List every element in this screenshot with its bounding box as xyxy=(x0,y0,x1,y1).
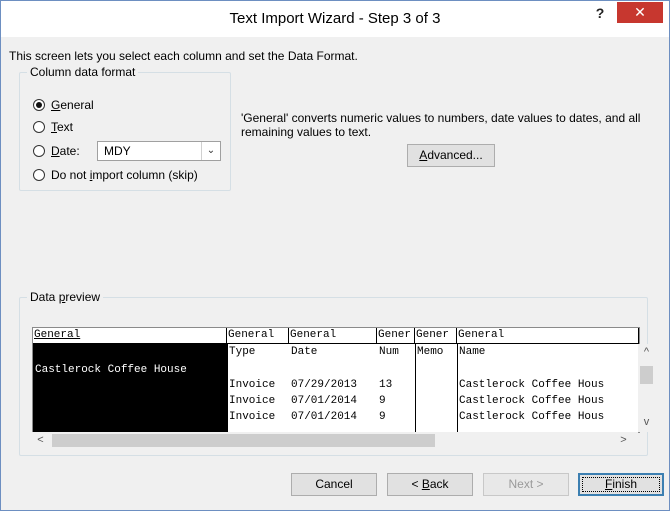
column-header-4[interactable]: Gener xyxy=(377,328,415,343)
scroll-down-icon[interactable]: v xyxy=(638,414,655,431)
column-header-1[interactable]: General xyxy=(33,328,227,343)
preview-cell: Invoice xyxy=(229,379,276,391)
intro-text: This screen lets you select each column … xyxy=(9,49,358,63)
radio-general-indicator[interactable] xyxy=(33,99,45,111)
radio-text-indicator[interactable] xyxy=(33,121,45,133)
back-button[interactable]: < Back xyxy=(387,473,473,496)
finish-button[interactable]: Finish xyxy=(578,473,664,496)
dialog-title: Text Import Wizard - Step 3 of 3 xyxy=(229,10,441,27)
scroll-left-icon[interactable]: < xyxy=(32,432,49,449)
radio-date-indicator[interactable] xyxy=(33,145,45,157)
preview-cell: Invoice xyxy=(229,395,276,407)
column-header-2[interactable]: General xyxy=(227,328,289,343)
column-data-format-legend: Column data format xyxy=(30,65,136,79)
radio-date[interactable]: Date: xyxy=(33,142,80,160)
preview-cell: Memo xyxy=(417,346,444,358)
preview-cell: Castlerock Coffee House xyxy=(35,364,187,376)
horizontal-scrollbar[interactable]: < > xyxy=(32,432,638,449)
radio-skip-label: Do not import column (skip) xyxy=(51,168,198,182)
column-header-6[interactable]: General xyxy=(457,328,639,343)
column-divider xyxy=(415,344,416,432)
preview-cell: 07/01/2014 xyxy=(291,395,358,407)
preview-cell: 07/01/2014 xyxy=(291,411,358,423)
preview-cell: Castlerock Coffee Hous xyxy=(459,379,605,391)
column-header-5[interactable]: Gener xyxy=(415,328,457,343)
preview-cell: Castlerock Coffee Hous xyxy=(459,395,605,407)
horizontal-scroll-thumb[interactable] xyxy=(52,434,435,447)
data-preview-legend: Data preview xyxy=(30,290,101,304)
close-button[interactable]: ✕ xyxy=(617,2,663,23)
column-divider xyxy=(227,344,228,432)
preview-cell: 13 xyxy=(379,379,393,391)
preview-cell: 07/29/2013 xyxy=(291,379,358,391)
preview-header-row: General General General Gener Gener Gene… xyxy=(33,328,639,344)
radio-date-label: Date: xyxy=(51,144,80,158)
preview-cell: Castlerock Coffee Hous xyxy=(459,411,605,423)
scroll-right-icon[interactable]: > xyxy=(615,432,632,449)
selected-column-highlight xyxy=(33,344,227,432)
preview-cell: Name xyxy=(459,346,486,358)
column-header-3[interactable]: General xyxy=(289,328,377,343)
column-divider xyxy=(457,344,458,432)
cancel-button[interactable]: Cancel xyxy=(291,473,377,496)
preview-cell: Num xyxy=(379,346,399,358)
help-button[interactable]: ? xyxy=(589,5,611,25)
radio-general[interactable]: General xyxy=(33,96,94,114)
preview-cell: 9 xyxy=(379,411,386,423)
next-button[interactable]: Next > xyxy=(483,473,569,496)
chevron-down-icon[interactable]: ⌄ xyxy=(201,142,220,160)
preview-cell: 9 xyxy=(379,395,386,407)
format-description: 'General' converts numeric values to num… xyxy=(241,111,641,139)
date-format-select[interactable]: MDY ⌄ xyxy=(97,141,221,161)
preview-cell: Type xyxy=(229,346,256,358)
preview-cell: Date xyxy=(291,346,318,358)
data-preview-grid[interactable]: General General General Gener Gener Gene… xyxy=(32,327,640,433)
scroll-up-icon[interactable]: ^ xyxy=(638,344,655,361)
radio-skip-indicator[interactable] xyxy=(33,169,45,181)
preview-cell: Invoice xyxy=(229,411,276,423)
radio-text-label: Text xyxy=(51,120,74,134)
vertical-scroll-thumb[interactable] xyxy=(640,366,653,384)
radio-general-label: General xyxy=(51,98,94,112)
text-import-wizard-dialog: Text Import Wizard - Step 3 of 3 ? ✕ Thi… xyxy=(0,0,670,511)
radio-text[interactable]: Text xyxy=(33,118,73,136)
radio-skip[interactable]: Do not import column (skip) xyxy=(33,166,198,184)
advanced-button[interactable]: Advanced... xyxy=(407,144,495,167)
vertical-scrollbar[interactable]: ^ v xyxy=(638,344,655,432)
date-format-value: MDY xyxy=(104,144,131,158)
title-bar: Text Import Wizard - Step 3 of 3 ? ✕ xyxy=(1,1,669,37)
